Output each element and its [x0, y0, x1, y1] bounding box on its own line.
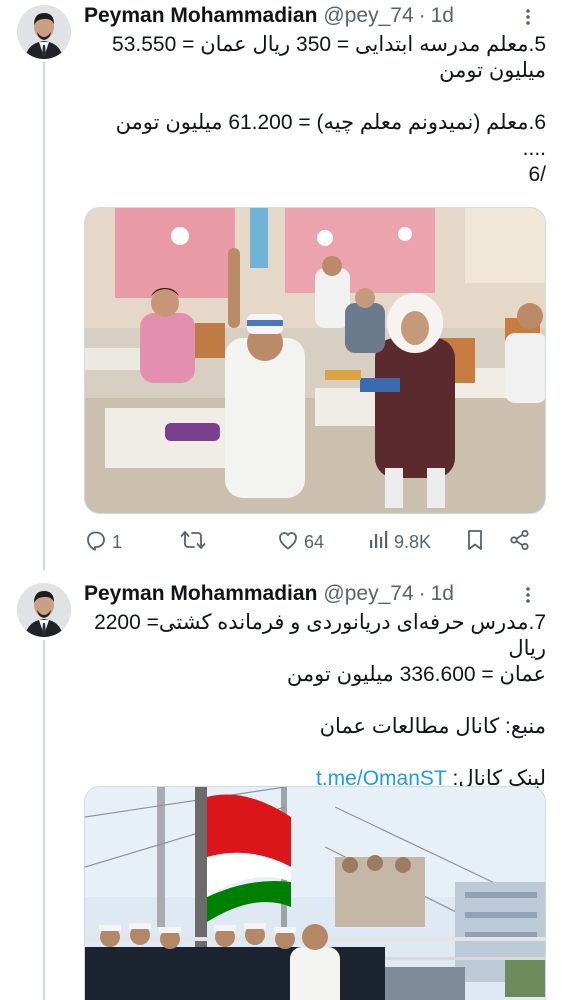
- text-line: میلیون تومن: [439, 59, 546, 82]
- timestamp[interactable]: 1d: [431, 4, 454, 28]
- retweet-icon: [180, 528, 210, 557]
- tweet-actions: 1 64 9.8K: [84, 527, 546, 557]
- tweet-text: 5.معلم مدرسه ابتدایی = 350 ریال عمان = 5…: [84, 32, 546, 188]
- text-line: ....: [522, 137, 546, 160]
- avatar[interactable]: [17, 5, 71, 59]
- timestamp[interactable]: 1d: [431, 582, 454, 606]
- tweet-header: Peyman Mohammadian @pey_74 · 1d: [84, 3, 454, 29]
- text-line: عمان = 336.600 میلیون تومن: [286, 663, 546, 686]
- share-button[interactable]: [508, 527, 536, 557]
- text-line: 5.معلم مدرسه ابتدایی = 350 ریال عمان = 5…: [112, 33, 546, 56]
- tweet[interactable]: Peyman Mohammadian @pey_74 · 1d 7.مدرس ح…: [0, 578, 562, 1000]
- bookmark-button[interactable]: [464, 527, 490, 557]
- reply-count: 1: [112, 531, 123, 552]
- bookmark-icon: [464, 528, 490, 557]
- text-line: [84, 84, 546, 110]
- separator: ·: [418, 4, 426, 27]
- author-handle[interactable]: @pey_74: [323, 4, 413, 28]
- views-button[interactable]: 9.8K: [368, 527, 431, 557]
- tweet-header: Peyman Mohammadian @pey_74 · 1d: [84, 581, 454, 607]
- more-icon[interactable]: [516, 5, 540, 29]
- like-count: 64: [304, 531, 325, 552]
- text-line: منبع: کانال مطالعات عمان: [319, 715, 546, 738]
- avatar[interactable]: [17, 583, 71, 637]
- share-icon: [508, 528, 536, 557]
- reply-icon: [84, 528, 112, 557]
- separator: ·: [418, 582, 426, 605]
- ship-crew-photo[interactable]: [84, 786, 546, 1000]
- reply-button[interactable]: 1: [84, 527, 122, 557]
- text-line: 7.مدرس حرفه‌ای دریانوردی و فرمانده کشتی=…: [88, 611, 546, 660]
- text-line: [84, 688, 546, 714]
- more-icon[interactable]: [516, 583, 540, 607]
- like-button[interactable]: 64: [276, 527, 324, 557]
- text-line: 6.معلم (نمیدونم معلم چیه) = 61.200 میلیو…: [115, 111, 546, 134]
- view-count: 9.8K: [394, 531, 432, 552]
- tweet-text: 7.مدرس حرفه‌ای دریانوردی و فرمانده کشتی=…: [84, 610, 546, 792]
- text-line: [84, 740, 546, 766]
- classroom-photo[interactable]: [84, 207, 546, 514]
- author-name[interactable]: Peyman Mohammadian: [84, 4, 317, 28]
- author-handle[interactable]: @pey_74: [323, 582, 413, 606]
- tweet[interactable]: Peyman Mohammadian @pey_74 · 1d 5.معلم م…: [0, 0, 562, 575]
- retweet-button[interactable]: [180, 527, 210, 557]
- like-icon: [276, 528, 304, 557]
- text-line: 6/: [528, 163, 546, 186]
- views-icon: [368, 528, 394, 557]
- author-name[interactable]: Peyman Mohammadian: [84, 582, 317, 606]
